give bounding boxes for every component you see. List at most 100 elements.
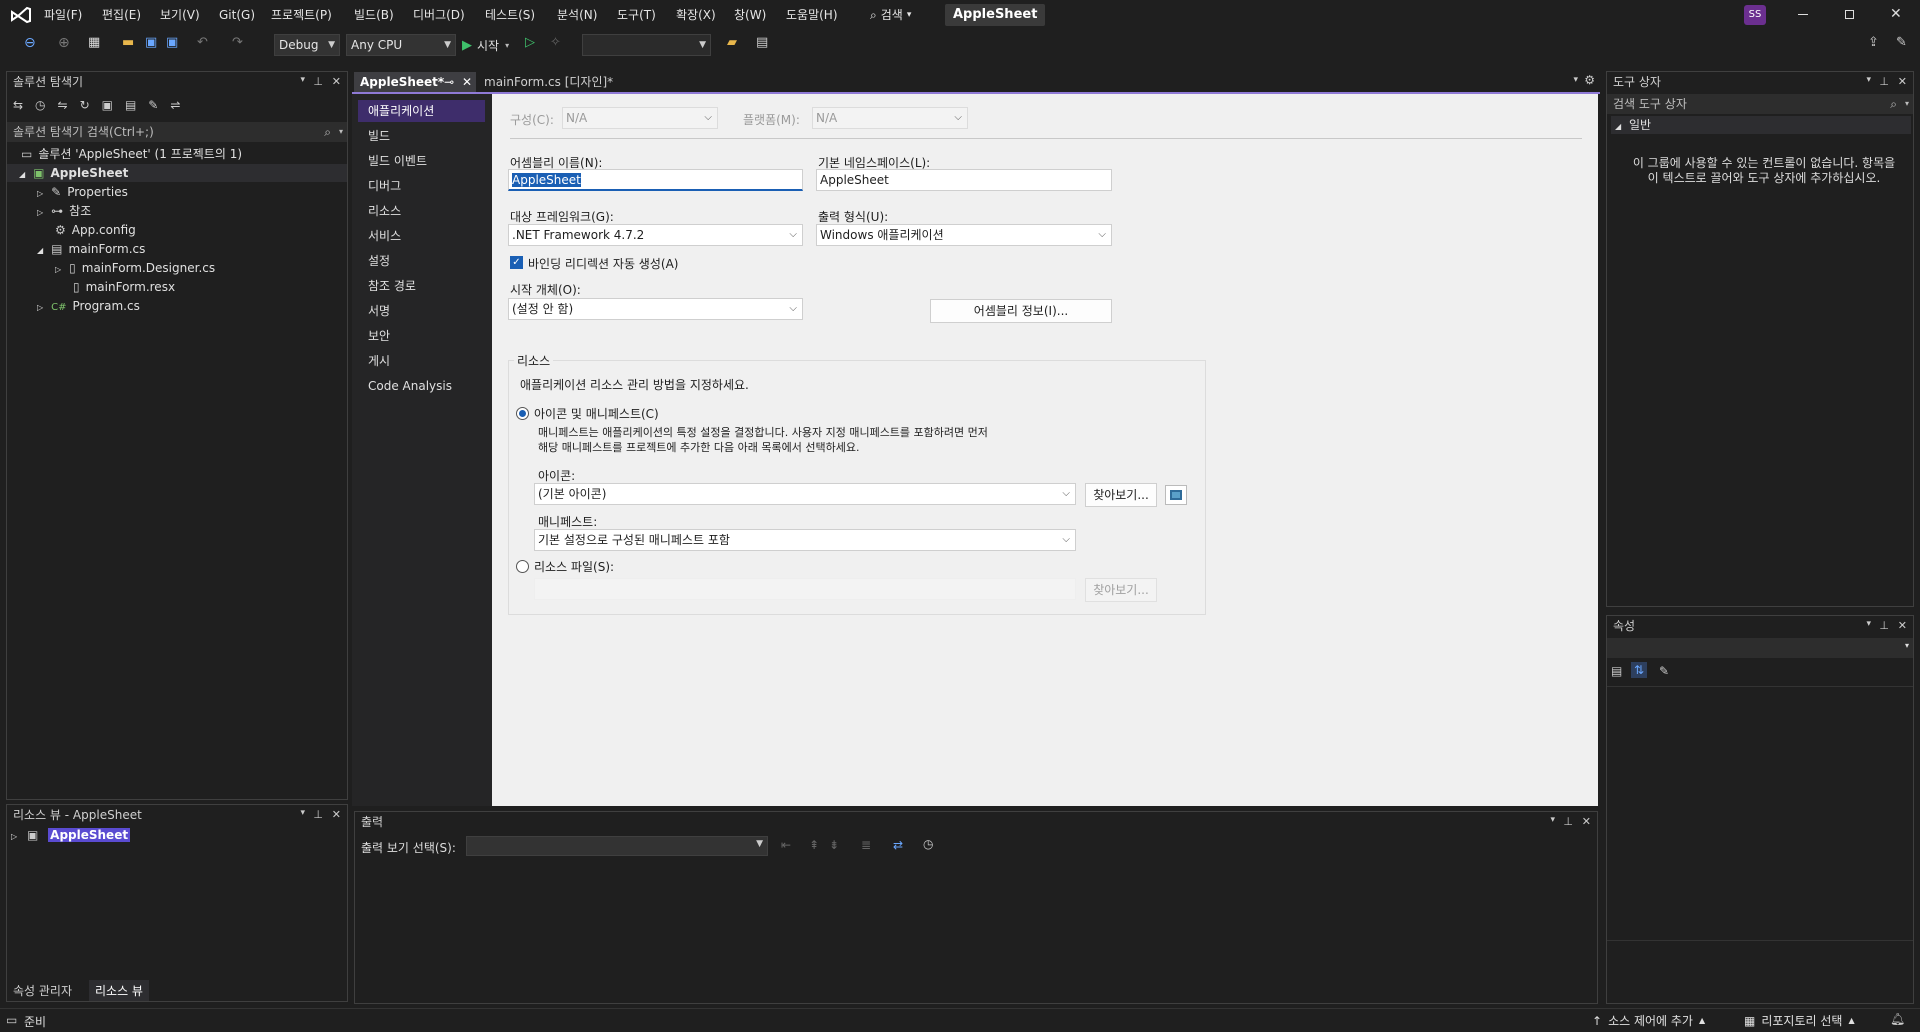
pin-icon[interactable]: ⊥ (1563, 815, 1573, 828)
output-type-select[interactable]: Windows 애플리케이션 ⌵ (816, 224, 1112, 246)
panel-menu-icon[interactable]: ▾ (300, 75, 305, 85)
vs-logo-icon[interactable] (10, 6, 32, 24)
nav-security[interactable]: 보안 (358, 325, 485, 347)
nav-settings[interactable]: 설정 (358, 250, 485, 272)
menu-edit[interactable]: 편집(E) (102, 0, 141, 30)
add-to-source-control-button[interactable]: ↑ 소스 제어에 추가 ▲ (1592, 1012, 1705, 1029)
nav-resources[interactable]: 리소스 (358, 200, 485, 222)
close-icon[interactable]: ✕ (332, 75, 341, 88)
solution-search-box[interactable]: 솔루션 탐색기 검색(Ctrl+;) ⌕ ▾ (7, 122, 347, 142)
menu-tools[interactable]: 도구(T) (617, 0, 656, 30)
tab-list-icon[interactable]: ▾ (1573, 75, 1578, 85)
property-pages-icon[interactable]: ✎ (1659, 664, 1669, 678)
search-button[interactable]: ⌕ 검색 ▾ (870, 0, 911, 30)
redo-icon[interactable]: ↷ (232, 35, 248, 51)
nav-reference-paths[interactable]: 참조 경로 (358, 275, 485, 297)
start-without-debug-icon[interactable]: ▷ (525, 35, 541, 51)
panel-menu-icon[interactable]: ▾ (1866, 619, 1871, 629)
open-folder-icon[interactable]: ▬ (122, 35, 138, 51)
timestamp-icon[interactable]: ◷ (923, 837, 933, 851)
tab-property-manager[interactable]: 속성 관리자 (13, 982, 72, 999)
menu-project[interactable]: 프로젝트(P) (271, 0, 332, 30)
menu-file[interactable]: 파일(F) (44, 0, 82, 30)
debug-target-select[interactable]: ▼ (582, 34, 711, 56)
icon-manifest-radio[interactable] (516, 407, 529, 420)
save-icon[interactable]: ▣ (145, 35, 161, 51)
forward-icon[interactable]: ⊕ (58, 35, 74, 51)
hot-reload-icon[interactable]: ✧ (550, 35, 566, 51)
menu-analyze[interactable]: 분석(N) (557, 0, 597, 30)
layout-icon[interactable]: ▤ (756, 35, 772, 51)
tab-resource-view[interactable]: 리소스 뷰 (89, 980, 149, 1001)
config-select[interactable]: Debug ▼ (274, 34, 340, 56)
tree-project[interactable]: ◢ ▣ AppleSheet (19, 164, 128, 182)
platform-select[interactable]: Any CPU ▼ (346, 34, 456, 56)
alphabetical-icon[interactable]: ⇅ (1631, 662, 1648, 678)
feedback-icon[interactable]: ✎ (1896, 35, 1912, 51)
menu-build[interactable]: 빌드(B) (354, 0, 394, 30)
browse-folder-icon[interactable]: ▰ (727, 35, 743, 51)
tree-references[interactable]: ▷ ⊶ 참조 (37, 202, 91, 220)
close-icon[interactable]: ✕ (332, 808, 341, 821)
clear-all-icon[interactable]: ≣ (861, 838, 871, 852)
target-framework-select[interactable]: .NET Framework 4.7.2 ⌵ (508, 224, 803, 246)
nav-code-analysis[interactable]: Code Analysis (358, 375, 485, 397)
word-wrap-icon[interactable]: ⇄ (893, 838, 903, 852)
find-message-icon[interactable]: ⇤ (781, 838, 791, 852)
menu-window[interactable]: 창(W) (734, 0, 766, 30)
save-all-icon[interactable]: ▣ (166, 35, 182, 51)
menu-extensions[interactable]: 확장(X) (676, 0, 716, 30)
panel-menu-icon[interactable]: ▾ (1550, 815, 1555, 825)
panel-menu-icon[interactable]: ▾ (300, 808, 305, 818)
nav-services[interactable]: 서비스 (358, 225, 485, 247)
prev-message-icon[interactable]: ⇞ (809, 838, 819, 852)
minimize-icon[interactable] (1798, 14, 1808, 15)
toolbox-search[interactable]: 검색 도구 상자 ⌕ ▾ (1607, 94, 1913, 114)
start-button[interactable]: ▶ 시작 ▾ (462, 37, 509, 53)
object-selector[interactable]: ▾ (1607, 638, 1913, 658)
nav-build[interactable]: 빌드 (358, 125, 485, 147)
share-icon[interactable]: ⇪ (1868, 35, 1884, 51)
namespace-input[interactable]: AppleSheet (816, 169, 1112, 191)
menu-help[interactable]: 도움말(H) (786, 0, 838, 30)
menu-debug[interactable]: 디버그(D) (413, 0, 465, 30)
back-icon[interactable]: ⊖ (24, 35, 40, 51)
menu-view[interactable]: 보기(V) (160, 0, 200, 30)
pin-icon[interactable]: ⊥ (313, 808, 323, 821)
menu-git[interactable]: Git(G) (219, 0, 255, 30)
assembly-name-input[interactable]: AppleSheet (508, 169, 803, 191)
select-repository-button[interactable]: ▦ 리포지토리 선택 ▲ (1744, 1012, 1855, 1029)
pin-icon[interactable]: ⊥ (1879, 75, 1889, 88)
notifications-icon[interactable]: 🔔︎ (1890, 1012, 1905, 1026)
restore-icon[interactable] (1845, 10, 1854, 19)
resource-tree-item[interactable]: ▷ ▣ AppleSheet (11, 826, 131, 844)
tree-solution[interactable]: ▭ 솔루션 'AppleSheet' (1 프로젝트의 1) (21, 145, 242, 163)
pin-icon[interactable]: ⊥ (313, 75, 323, 88)
manifest-select[interactable]: 기본 설정으로 구성된 매니페스트 포함 ⌵ (534, 529, 1076, 551)
nav-build-events[interactable]: 빌드 이벤트 (358, 150, 485, 172)
tree-program[interactable]: ▷ C# Program.cs (37, 297, 140, 315)
browse-icon-button[interactable]: 찾아보기... (1085, 483, 1157, 507)
nav-debug[interactable]: 디버그 (358, 175, 485, 197)
new-project-icon[interactable]: ▦ (88, 35, 104, 51)
output-source-select[interactable]: ▼ (466, 836, 768, 856)
settings-gear-icon[interactable]: ⚙ (1584, 73, 1595, 87)
assembly-info-button[interactable]: 어셈블리 정보(I)... (930, 299, 1112, 323)
close-icon[interactable]: ✕ (462, 72, 472, 92)
toolbox-section-header[interactable]: ◢ 일반 (1611, 116, 1911, 134)
avatar[interactable]: SS (1744, 5, 1766, 25)
close-icon[interactable]: ✕ (1582, 815, 1591, 828)
close-icon[interactable]: ✕ (1898, 75, 1907, 88)
tree-properties[interactable]: ▷ ✎ Properties (37, 183, 128, 201)
next-message-icon[interactable]: ⇟ (829, 838, 839, 852)
close-icon[interactable]: ✕ (1898, 619, 1907, 632)
tree-mainform-designer[interactable]: ▷ ▯ mainForm.Designer.cs (55, 259, 215, 277)
resource-file-radio[interactable] (516, 560, 529, 573)
pin-icon[interactable]: ⊸ (444, 72, 454, 92)
tab-applesheet[interactable]: AppleSheet* ⊸ ✕ (354, 72, 476, 92)
tree-mainform[interactable]: ◢ ▤ mainForm.cs (37, 240, 145, 258)
categorized-icon[interactable]: ▤ (1611, 664, 1622, 678)
menu-test[interactable]: 테스트(S) (485, 0, 535, 30)
startup-object-select[interactable]: (설정 안 함) ⌵ (508, 298, 803, 320)
nav-signing[interactable]: 서명 (358, 300, 485, 322)
